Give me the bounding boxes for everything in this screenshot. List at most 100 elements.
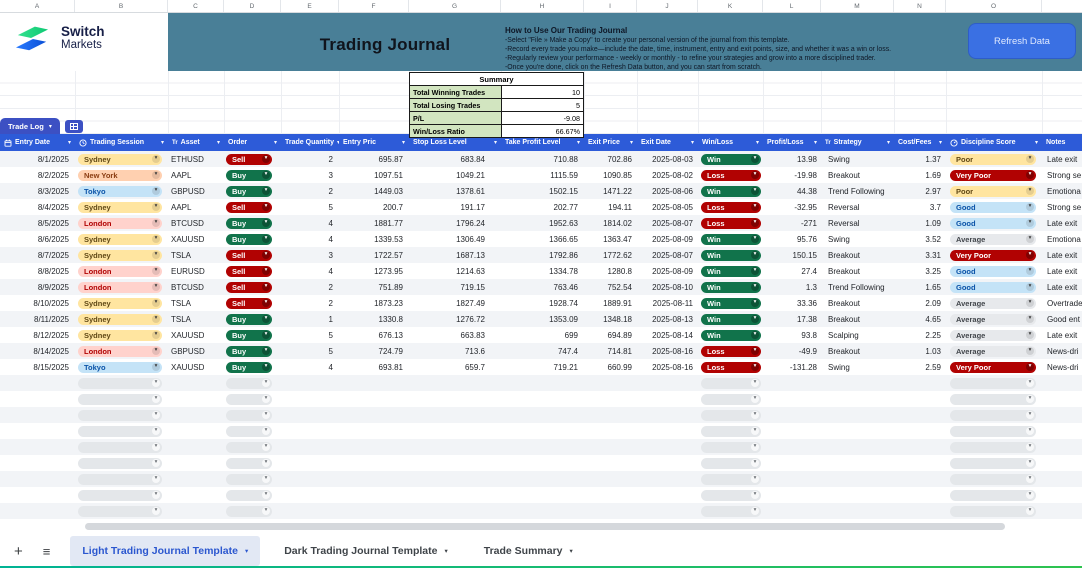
discipline-chip[interactable]: Poor ▾ — [950, 185, 1036, 197]
discipline-chip[interactable]: Very Poor ▾ — [950, 361, 1036, 373]
session-chip[interactable]: Tokyo ▾ — [78, 185, 162, 197]
column-header-entry-pric[interactable]: Entry Pric ▾ — [339, 134, 409, 151]
column-letter[interactable]: L — [763, 0, 821, 12]
order-chip[interactable]: Buy ▾ — [226, 233, 272, 245]
empty-dropdown-pill[interactable]: ▾ — [701, 505, 761, 517]
order-chip[interactable]: Buy ▾ — [226, 185, 272, 197]
empty-dropdown-pill[interactable]: ▾ — [701, 425, 761, 437]
empty-dropdown-pill[interactable]: ▾ — [950, 457, 1036, 469]
session-chip[interactable]: Sydney ▾ — [78, 153, 162, 165]
empty-dropdown-pill[interactable]: ▾ — [226, 441, 272, 453]
empty-dropdown-pill[interactable]: ▾ — [701, 457, 761, 469]
empty-dropdown-pill[interactable]: ▾ — [950, 473, 1036, 485]
column-header-discipline-score[interactable]: Discipline Score ▾ — [946, 134, 1042, 151]
session-chip[interactable]: Sydney ▾ — [78, 249, 162, 261]
win_loss-chip[interactable]: Win ▾ — [701, 185, 761, 197]
column-letter[interactable]: J — [637, 0, 698, 12]
column-letter[interactable]: K — [698, 0, 763, 12]
column-header-exit-price[interactable]: Exit Price ▾ — [584, 134, 637, 151]
empty-dropdown-pill[interactable]: ▾ — [701, 441, 761, 453]
discipline-chip[interactable]: Very Poor ▾ — [950, 169, 1036, 181]
win_loss-chip[interactable]: Win ▾ — [701, 281, 761, 293]
empty-dropdown-pill[interactable]: ▾ — [78, 377, 162, 389]
session-chip[interactable]: London ▾ — [78, 265, 162, 277]
order-chip[interactable]: Sell ▾ — [226, 265, 272, 277]
horizontal-scrollbar[interactable] — [85, 523, 1005, 530]
column-header-profit-loss[interactable]: Profit/Loss ▾ — [763, 134, 821, 151]
discipline-chip[interactable]: Good ▾ — [950, 281, 1036, 293]
empty-dropdown-pill[interactable]: ▾ — [226, 409, 272, 421]
empty-dropdown-pill[interactable]: ▾ — [78, 393, 162, 405]
order-chip[interactable]: Sell ▾ — [226, 153, 272, 165]
empty-dropdown-pill[interactable]: ▾ — [78, 505, 162, 517]
column-header-asset[interactable]: Tr Asset ▾ — [168, 134, 224, 151]
tab-dark-trading-journal-template[interactable]: Dark Trading Journal Template ▾ — [272, 536, 460, 566]
session-chip[interactable]: London ▾ — [78, 217, 162, 229]
empty-dropdown-pill[interactable]: ▾ — [701, 489, 761, 501]
column-header-entry-date[interactable]: Entry Date ▾ — [0, 134, 75, 151]
order-chip[interactable]: Buy ▾ — [226, 345, 272, 357]
empty-dropdown-pill[interactable]: ▾ — [226, 457, 272, 469]
win_loss-chip[interactable]: Win ▾ — [701, 313, 761, 325]
trade-log-tab[interactable]: Trade Log ▾ — [0, 118, 60, 134]
column-header-notes[interactable]: Notes — [1042, 134, 1082, 151]
column-letter[interactable]: E — [281, 0, 339, 12]
discipline-chip[interactable]: Average ▾ — [950, 329, 1036, 341]
column-letter[interactable]: P — [1042, 0, 1082, 12]
empty-dropdown-pill[interactable]: ▾ — [78, 441, 162, 453]
session-chip[interactable]: Sydney ▾ — [78, 297, 162, 309]
empty-dropdown-pill[interactable]: ▾ — [78, 457, 162, 469]
session-chip[interactable]: Tokyo ▾ — [78, 361, 162, 373]
empty-dropdown-pill[interactable]: ▾ — [950, 409, 1036, 421]
column-header-order[interactable]: Order ▾ — [224, 134, 281, 151]
empty-dropdown-pill[interactable]: ▾ — [950, 393, 1036, 405]
empty-dropdown-pill[interactable]: ▾ — [78, 489, 162, 501]
win_loss-chip[interactable]: Loss ▾ — [701, 201, 761, 213]
empty-dropdown-pill[interactable]: ▾ — [701, 473, 761, 485]
empty-dropdown-pill[interactable]: ▾ — [226, 393, 272, 405]
order-chip[interactable]: Buy ▾ — [226, 169, 272, 181]
session-chip[interactable]: London ▾ — [78, 281, 162, 293]
column-letter[interactable]: G — [409, 0, 501, 12]
empty-dropdown-pill[interactable]: ▾ — [226, 505, 272, 517]
column-letter[interactable]: A — [0, 0, 75, 12]
empty-dropdown-pill[interactable]: ▾ — [78, 473, 162, 485]
column-letter[interactable]: B — [75, 0, 168, 12]
session-chip[interactable]: Sydney ▾ — [78, 233, 162, 245]
add-sheet-icon[interactable]: + — [14, 543, 23, 560]
win_loss-chip[interactable]: Loss ▾ — [701, 361, 761, 373]
empty-dropdown-pill[interactable]: ▾ — [226, 377, 272, 389]
empty-dropdown-pill[interactable]: ▾ — [701, 393, 761, 405]
discipline-chip[interactable]: Poor ▾ — [950, 153, 1036, 165]
discipline-chip[interactable]: Very Poor ▾ — [950, 249, 1036, 261]
column-letter[interactable]: O — [946, 0, 1042, 12]
session-chip[interactable]: Sydney ▾ — [78, 313, 162, 325]
column-header-cost-fees[interactable]: Cost/Fees ▾ — [894, 134, 946, 151]
empty-dropdown-pill[interactable]: ▾ — [226, 489, 272, 501]
order-chip[interactable]: Buy ▾ — [226, 313, 272, 325]
discipline-chip[interactable]: Average ▾ — [950, 345, 1036, 357]
win_loss-chip[interactable]: Win ▾ — [701, 233, 761, 245]
column-letter[interactable]: C — [168, 0, 224, 12]
order-chip[interactable]: Buy ▾ — [226, 329, 272, 341]
empty-dropdown-pill[interactable]: ▾ — [226, 473, 272, 485]
column-header-strategy[interactable]: Tr Strategy ▾ — [821, 134, 894, 151]
tab-light-trading-journal-template[interactable]: Light Trading Journal Template ▾ — [70, 536, 261, 566]
empty-dropdown-pill[interactable]: ▾ — [950, 425, 1036, 437]
empty-dropdown-pill[interactable]: ▾ — [950, 441, 1036, 453]
refresh-data-button[interactable]: Refresh Data — [968, 23, 1076, 59]
order-chip[interactable]: Sell ▾ — [226, 249, 272, 261]
column-header-trade-quantity[interactable]: Trade Quantity ▾ — [281, 134, 339, 151]
discipline-chip[interactable]: Good ▾ — [950, 201, 1036, 213]
discipline-chip[interactable]: Good ▾ — [950, 265, 1036, 277]
session-chip[interactable]: New York ▾ — [78, 169, 162, 181]
discipline-chip[interactable]: Average ▾ — [950, 297, 1036, 309]
win_loss-chip[interactable]: Loss ▾ — [701, 169, 761, 181]
empty-dropdown-pill[interactable]: ▾ — [78, 425, 162, 437]
session-chip[interactable]: London ▾ — [78, 345, 162, 357]
win_loss-chip[interactable]: Loss ▾ — [701, 217, 761, 229]
column-letter[interactable]: D — [224, 0, 281, 12]
column-header-trading-session[interactable]: Trading Session ▾ — [75, 134, 168, 151]
order-chip[interactable]: Sell ▾ — [226, 201, 272, 213]
order-chip[interactable]: Buy ▾ — [226, 361, 272, 373]
